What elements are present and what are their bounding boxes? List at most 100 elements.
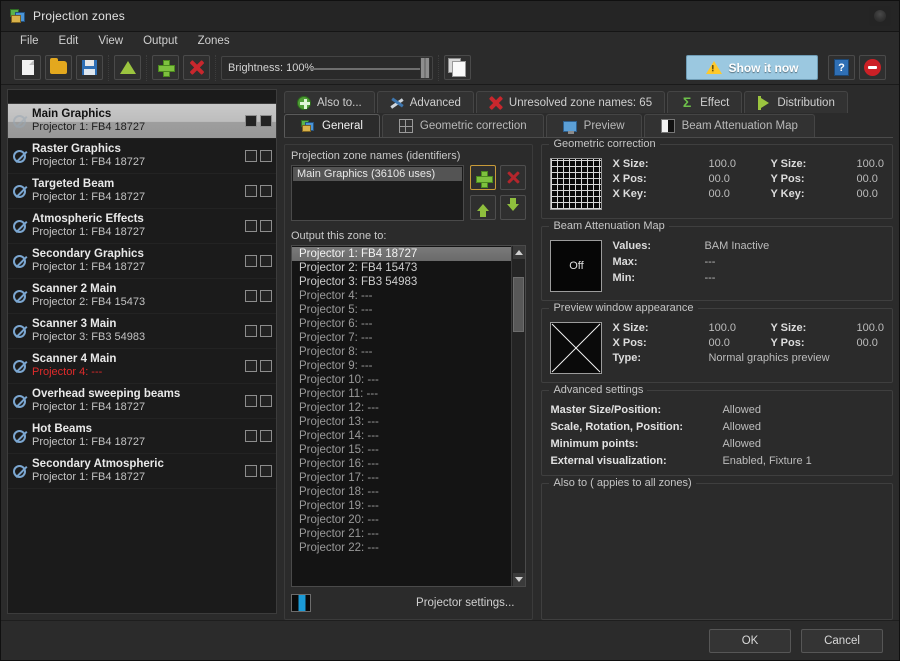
menu-item-output[interactable]: Output <box>134 34 187 49</box>
output-projector-item[interactable]: Projector 1: FB4 18727 <box>292 247 511 261</box>
brightness-slider[interactable]: Brightness: 100% <box>221 56 433 80</box>
open-button[interactable] <box>45 55 72 80</box>
bam-thumbnail[interactable]: Off <box>550 240 602 292</box>
zone-list-item[interactable]: Targeted BeamProjector 1: FB4 18727 <box>8 174 276 209</box>
new-button[interactable] <box>14 55 41 80</box>
scroll-down-icon[interactable] <box>513 573 525 586</box>
tab-geometric-correction[interactable]: Geometric correction <box>382 114 544 137</box>
zone-names-list[interactable]: Main Graphics (36106 uses) <box>291 165 464 221</box>
zone-list-item[interactable]: Overhead sweeping beamsProjector 1: FB4 … <box>8 384 276 419</box>
projector-settings-link[interactable]: Projector settings... <box>416 597 526 609</box>
scrollbar-thumb[interactable] <box>513 277 524 332</box>
zone-list[interactable]: Main GraphicsProjector 1: FB4 18727Raste… <box>7 103 277 614</box>
copy-button[interactable] <box>444 55 471 80</box>
zone-checkbox-2[interactable] <box>260 465 272 477</box>
ok-button[interactable]: OK <box>709 629 791 653</box>
zone-checkbox-1[interactable] <box>245 430 257 442</box>
tab-effect[interactable]: ΣEffect <box>667 91 742 113</box>
add-zone-name-button[interactable] <box>470 165 496 190</box>
zone-checkbox-1[interactable] <box>245 150 257 162</box>
output-projector-item[interactable]: Projector 4: --- <box>292 289 511 303</box>
zone-checkbox-1[interactable] <box>245 255 257 267</box>
export-button[interactable] <box>114 55 141 80</box>
output-projector-item[interactable]: Projector 7: --- <box>292 331 511 345</box>
window-menu-button[interactable] <box>869 6 891 26</box>
menu-item-view[interactable]: View <box>89 34 132 49</box>
zone-list-item[interactable]: Main GraphicsProjector 1: FB4 18727 <box>8 104 276 139</box>
zone-checkbox-1[interactable] <box>245 290 257 302</box>
tab-unresolved-zone-names-65[interactable]: Unresolved zone names: 65 <box>476 91 665 113</box>
output-projector-item[interactable]: Projector 17: --- <box>292 471 511 485</box>
scrollbar-track[interactable] <box>513 259 525 573</box>
geometric-correction-thumbnail[interactable] <box>550 158 602 210</box>
zone-checkbox-1[interactable] <box>245 395 257 407</box>
output-projector-item[interactable]: Projector 13: --- <box>292 415 511 429</box>
projector-color-swatch[interactable] <box>291 594 311 612</box>
output-projector-item[interactable]: Projector 10: --- <box>292 373 511 387</box>
output-projector-item[interactable]: Projector 16: --- <box>292 457 511 471</box>
output-projector-item[interactable]: Projector 11: --- <box>292 387 511 401</box>
tab-preview[interactable]: Preview <box>546 114 642 137</box>
cancel-button[interactable]: Cancel <box>801 629 883 653</box>
output-projector-item[interactable]: Projector 15: --- <box>292 443 511 457</box>
zone-checkbox-1[interactable] <box>245 185 257 197</box>
zone-list-item[interactable]: Scanner 4 MainProjector 4: --- <box>8 349 276 384</box>
preview-thumbnail[interactable] <box>550 322 602 374</box>
add-zone-button[interactable] <box>152 55 179 80</box>
tab-general[interactable]: General <box>284 114 380 137</box>
zone-checkbox-2[interactable] <box>260 255 272 267</box>
zone-checkbox-2[interactable] <box>260 150 272 162</box>
zone-checkbox-1[interactable] <box>245 325 257 337</box>
zone-checkbox-1[interactable] <box>245 115 257 127</box>
output-projector-item[interactable]: Projector 18: --- <box>292 485 511 499</box>
zone-checkbox-2[interactable] <box>260 325 272 337</box>
output-projector-item[interactable]: Projector 3: FB3 54983 <box>292 275 511 289</box>
output-projector-item[interactable]: Projector 21: --- <box>292 527 511 541</box>
delete-zone-button[interactable] <box>183 55 210 80</box>
output-projector-list[interactable]: Projector 1: FB4 18727Projector 2: FB4 1… <box>291 245 526 587</box>
move-zone-name-up-button[interactable] <box>470 195 496 220</box>
tab-advanced[interactable]: Advanced <box>377 91 474 113</box>
zone-name-item[interactable]: Main Graphics (36106 uses) <box>293 167 462 181</box>
scroll-up-icon[interactable] <box>513 246 525 259</box>
zone-list-item[interactable]: Hot BeamsProjector 1: FB4 18727 <box>8 419 276 454</box>
menu-item-zones[interactable]: Zones <box>189 34 239 49</box>
tab-distribution[interactable]: Distribution <box>744 91 848 113</box>
zone-checkbox-1[interactable] <box>245 220 257 232</box>
menu-item-file[interactable]: File <box>11 34 48 49</box>
menu-item-edit[interactable]: Edit <box>50 34 88 49</box>
zone-list-item[interactable]: Scanner 3 MainProjector 3: FB3 54983 <box>8 314 276 349</box>
zone-list-item[interactable]: Secondary GraphicsProjector 1: FB4 18727 <box>8 244 276 279</box>
help-button[interactable]: ? <box>828 55 855 80</box>
move-zone-name-down-button[interactable] <box>500 195 526 220</box>
zone-checkbox-1[interactable] <box>245 465 257 477</box>
zone-list-item[interactable]: Atmospheric EffectsProjector 1: FB4 1872… <box>8 209 276 244</box>
output-projector-item[interactable]: Projector 12: --- <box>292 401 511 415</box>
brightness-thumb[interactable] <box>420 57 430 79</box>
zone-checkbox-1[interactable] <box>245 360 257 372</box>
output-projector-item[interactable]: Projector 6: --- <box>292 317 511 331</box>
stop-button[interactable] <box>859 55 886 80</box>
output-projector-item[interactable]: Projector 9: --- <box>292 359 511 373</box>
output-list-scrollbar[interactable] <box>511 246 525 586</box>
zone-list-item[interactable]: Raster GraphicsProjector 1: FB4 18727 <box>8 139 276 174</box>
output-projector-item[interactable]: Projector 20: --- <box>292 513 511 527</box>
output-projector-item[interactable]: Projector 14: --- <box>292 429 511 443</box>
zone-list-item[interactable]: Scanner 2 MainProjector 2: FB4 15473 <box>8 279 276 314</box>
show-it-now-button[interactable]: Show it now <box>686 55 818 80</box>
zone-checkbox-2[interactable] <box>260 115 272 127</box>
output-projector-item[interactable]: Projector 2: FB4 15473 <box>292 261 511 275</box>
zone-checkbox-2[interactable] <box>260 185 272 197</box>
zone-list-item[interactable]: Secondary AtmosphericProjector 1: FB4 18… <box>8 454 276 489</box>
zone-checkbox-2[interactable] <box>260 430 272 442</box>
save-button[interactable] <box>76 55 103 80</box>
tab-beam-attenuation-map[interactable]: Beam Attenuation Map <box>644 114 815 137</box>
output-projector-item[interactable]: Projector 8: --- <box>292 345 511 359</box>
zone-checkbox-2[interactable] <box>260 220 272 232</box>
delete-zone-name-button[interactable] <box>500 165 526 190</box>
output-projector-item[interactable]: Projector 5: --- <box>292 303 511 317</box>
zone-checkbox-2[interactable] <box>260 290 272 302</box>
output-projector-item[interactable]: Projector 19: --- <box>292 499 511 513</box>
zone-checkbox-2[interactable] <box>260 360 272 372</box>
output-projector-item[interactable]: Projector 22: --- <box>292 541 511 555</box>
